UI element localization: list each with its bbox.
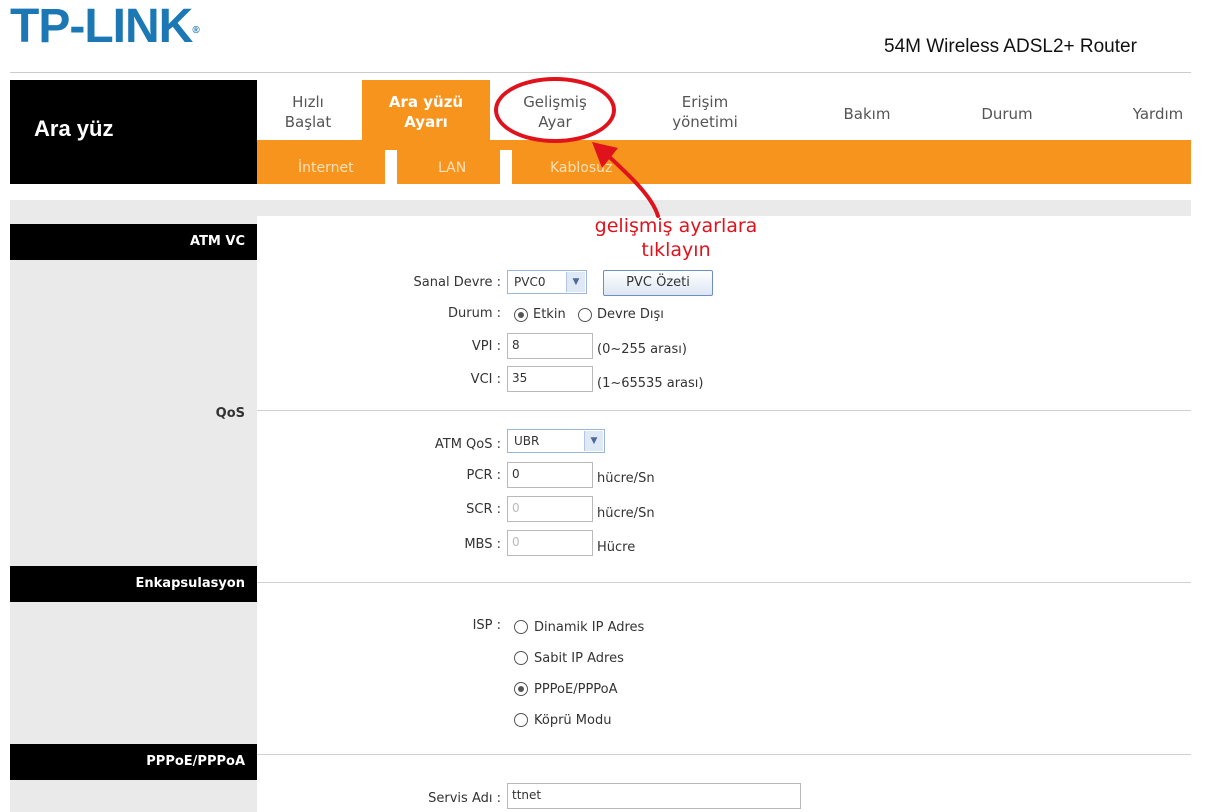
nav-help[interactable]: Yardım bbox=[1118, 104, 1198, 124]
nav-access-management[interactable]: Erişim yönetimi bbox=[650, 92, 760, 132]
vpi-input[interactable]: 8 bbox=[507, 333, 593, 359]
status-disabled-label: Devre Dışı bbox=[597, 307, 664, 322]
scr-input[interactable]: 0 bbox=[507, 496, 593, 522]
isp-static-ip-label: Sabit IP Adres bbox=[534, 651, 624, 666]
isp-bridge-radio[interactable] bbox=[514, 713, 528, 727]
section-atm-vc: ATM VC bbox=[10, 224, 257, 260]
atm-qos-value: UBR bbox=[514, 434, 540, 448]
isp-pppoe-label: PPPoE/PPPoA bbox=[534, 682, 618, 697]
service-name-label: Servis Adı : bbox=[428, 791, 501, 806]
status-enabled-label: Etkin bbox=[533, 307, 566, 322]
qos-divider bbox=[257, 410, 1191, 411]
pppoe-divider bbox=[257, 754, 1191, 755]
section-encapsulation: Enkapsulasyon bbox=[10, 566, 257, 602]
tp-link-logo: TP-LINK® bbox=[10, 0, 200, 53]
pvc-summary-button[interactable]: PVC Özeti bbox=[603, 270, 713, 296]
subnav-separator bbox=[385, 150, 397, 184]
virtual-circuit-label: Sanal Devre : bbox=[413, 275, 501, 290]
sub-navigation-bar bbox=[257, 140, 1191, 184]
annotation-text: gelişmiş ayarlara tıklayın bbox=[594, 215, 758, 261]
isp-label: ISP : bbox=[472, 618, 501, 633]
status-label: Durum : bbox=[447, 306, 501, 321]
status-disabled-radio[interactable] bbox=[578, 308, 592, 322]
isp-static-ip-radio[interactable] bbox=[514, 651, 528, 665]
vci-hint: (1~65535 arası) bbox=[597, 376, 704, 391]
subnav-separator bbox=[500, 150, 512, 184]
vpi-label: VPI : bbox=[471, 339, 501, 354]
annotation-arrow-icon bbox=[592, 142, 660, 218]
pcr-unit: hücre/Sn bbox=[597, 471, 655, 486]
vpi-hint: (0~255 arası) bbox=[597, 342, 687, 357]
left-label-column bbox=[10, 216, 257, 812]
chevron-down-icon: ▼ bbox=[566, 272, 585, 292]
atm-qos-select[interactable]: UBR ▼ bbox=[507, 429, 605, 453]
subnav-internet[interactable]: İnternet bbox=[298, 160, 354, 176]
annotation-circle bbox=[494, 77, 616, 143]
virtual-circuit-value: PVC0 bbox=[514, 275, 546, 289]
header-divider bbox=[10, 72, 1191, 73]
atm-qos-label: ATM QoS : bbox=[434, 437, 501, 452]
scr-label: SCR : bbox=[466, 502, 501, 517]
page-title: Ara yüz bbox=[34, 116, 114, 141]
isp-dynamic-ip-label: Dinamik IP Adres bbox=[534, 620, 645, 635]
mbs-label: MBS : bbox=[464, 537, 501, 552]
nav-interface-setup[interactable]: Ara yüzü Ayarı bbox=[362, 92, 490, 132]
section-qos: QoS bbox=[215, 406, 245, 421]
isp-bridge-label: Köprü Modu bbox=[534, 713, 612, 728]
isp-dynamic-ip-radio[interactable] bbox=[514, 620, 528, 634]
status-enabled-radio[interactable] bbox=[514, 308, 528, 322]
pcr-input[interactable]: 0 bbox=[507, 462, 593, 488]
virtual-circuit-select[interactable]: PVC0 ▼ bbox=[507, 270, 587, 294]
subnav-lan[interactable]: LAN bbox=[438, 160, 466, 176]
mbs-input[interactable]: 0 bbox=[507, 530, 593, 556]
section-pppoe: PPPoE/PPPoA bbox=[10, 744, 257, 780]
nav-quick-start[interactable]: Hızlı Başlat bbox=[268, 92, 348, 132]
scr-unit: hücre/Sn bbox=[597, 506, 655, 521]
nav-status[interactable]: Durum bbox=[962, 104, 1052, 124]
pcr-label: PCR : bbox=[466, 468, 501, 483]
encap-divider bbox=[257, 582, 1191, 583]
chevron-down-icon: ▼ bbox=[584, 431, 603, 451]
service-name-input[interactable]: ttnet bbox=[507, 783, 801, 809]
isp-pppoe-radio[interactable] bbox=[514, 682, 528, 696]
vci-input[interactable]: 35 bbox=[507, 366, 593, 392]
model-name: 54M Wireless ADSL2+ Router bbox=[884, 36, 1137, 57]
vci-label: VCI : bbox=[470, 372, 501, 387]
nav-maintenance[interactable]: Bakım bbox=[822, 104, 912, 124]
registered-mark: ® bbox=[192, 25, 199, 36]
mbs-unit: Hücre bbox=[597, 540, 636, 555]
